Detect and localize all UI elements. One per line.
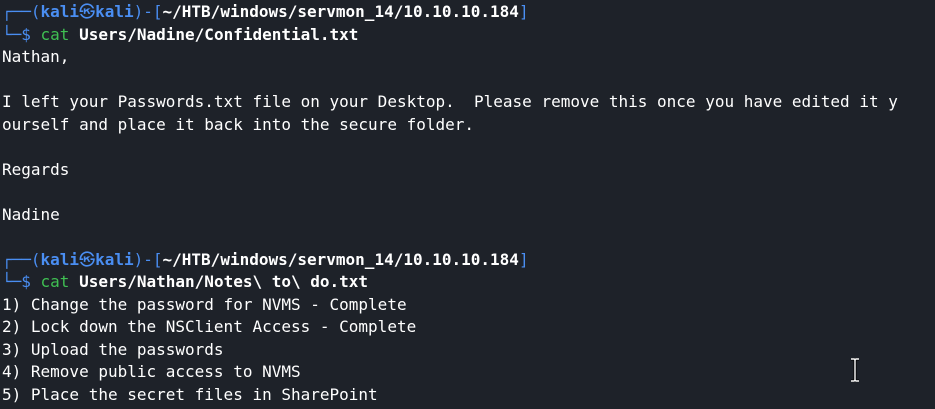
prompt-line: ┌──(kali㉿kali)-[~/HTB/windows/servmon_14… (2, 249, 935, 272)
prompt-frame-top: ┌──( (2, 2, 41, 21)
output-line: 1) Change the password for NVMS - Comple… (2, 294, 407, 314)
prompt-frame-bottom: └─ (2, 272, 22, 291)
command-block-1: ┌──(kali㉿kali)-[~/HTB/windows/servmon_14… (2, 1, 935, 249)
prompt-user: kali (40, 249, 80, 269)
prompt-bracket: )-[ (133, 249, 163, 269)
prompt-bracket-close: ] (518, 2, 529, 21)
command-name: cat (40, 272, 70, 291)
prompt-host: kali (95, 2, 134, 21)
command-line: └─$ cat Users/Nathan/Notes\ to\ do.txt (2, 271, 935, 294)
output-line: I left your Passwords.txt file on your D… (2, 92, 898, 111)
prompt-host: kali (95, 249, 134, 269)
prompt-frame-bottom: └─ (2, 24, 22, 44)
prompt-dollar: $ (21, 272, 41, 291)
output-line: Nadine (2, 204, 60, 224)
output-line: 4) Remove public access to NVMS (2, 362, 301, 381)
command-line: └─$ cat Users/Nadine/Confidential.txt (2, 24, 935, 47)
prompt-separator-icon: ㉿ (79, 249, 96, 269)
prompt-cwd: ~/HTB/windows/servmon_14/10.10.10.184 (162, 2, 519, 21)
prompt-line: ┌──(kali㉿kali)-[~/HTB/windows/servmon_14… (2, 1, 935, 24)
prompt-dollar: $ (21, 24, 41, 44)
output-line: Regards (2, 159, 70, 179)
prompt-user: kali (40, 2, 80, 21)
prompt-frame-top: ┌──( (2, 249, 41, 269)
prompt-cwd: ~/HTB/windows/servmon_14/10.10.10.184 (162, 249, 519, 269)
output-line: 3) Upload the passwords (2, 339, 224, 359)
command-argument: Users/Nadine/Confidential.txt (79, 24, 359, 44)
command-block-2: ┌──(kali㉿kali)-[~/HTB/windows/servmon_14… (2, 249, 935, 407)
command-argument: Users/Nathan/Notes\ to\ do.txt (79, 272, 369, 291)
output-line: Nathan, (2, 47, 70, 66)
prompt-bracket: )-[ (133, 2, 163, 21)
text-ibeam-cursor-icon (851, 358, 859, 382)
prompt-separator-icon: ㉿ (79, 2, 96, 21)
output-line: 5) Place the secret files in SharePoint (2, 384, 378, 404)
command-name: cat (40, 24, 70, 44)
output-line: 2) Lock down the NSClient Access - Compl… (2, 317, 417, 336)
output-line: ourself and place it back into the secur… (2, 114, 475, 134)
prompt-bracket-close: ] (518, 249, 529, 269)
terminal-window[interactable]: ┌──(kali㉿kali)-[~/HTB/windows/servmon_14… (0, 0, 935, 409)
